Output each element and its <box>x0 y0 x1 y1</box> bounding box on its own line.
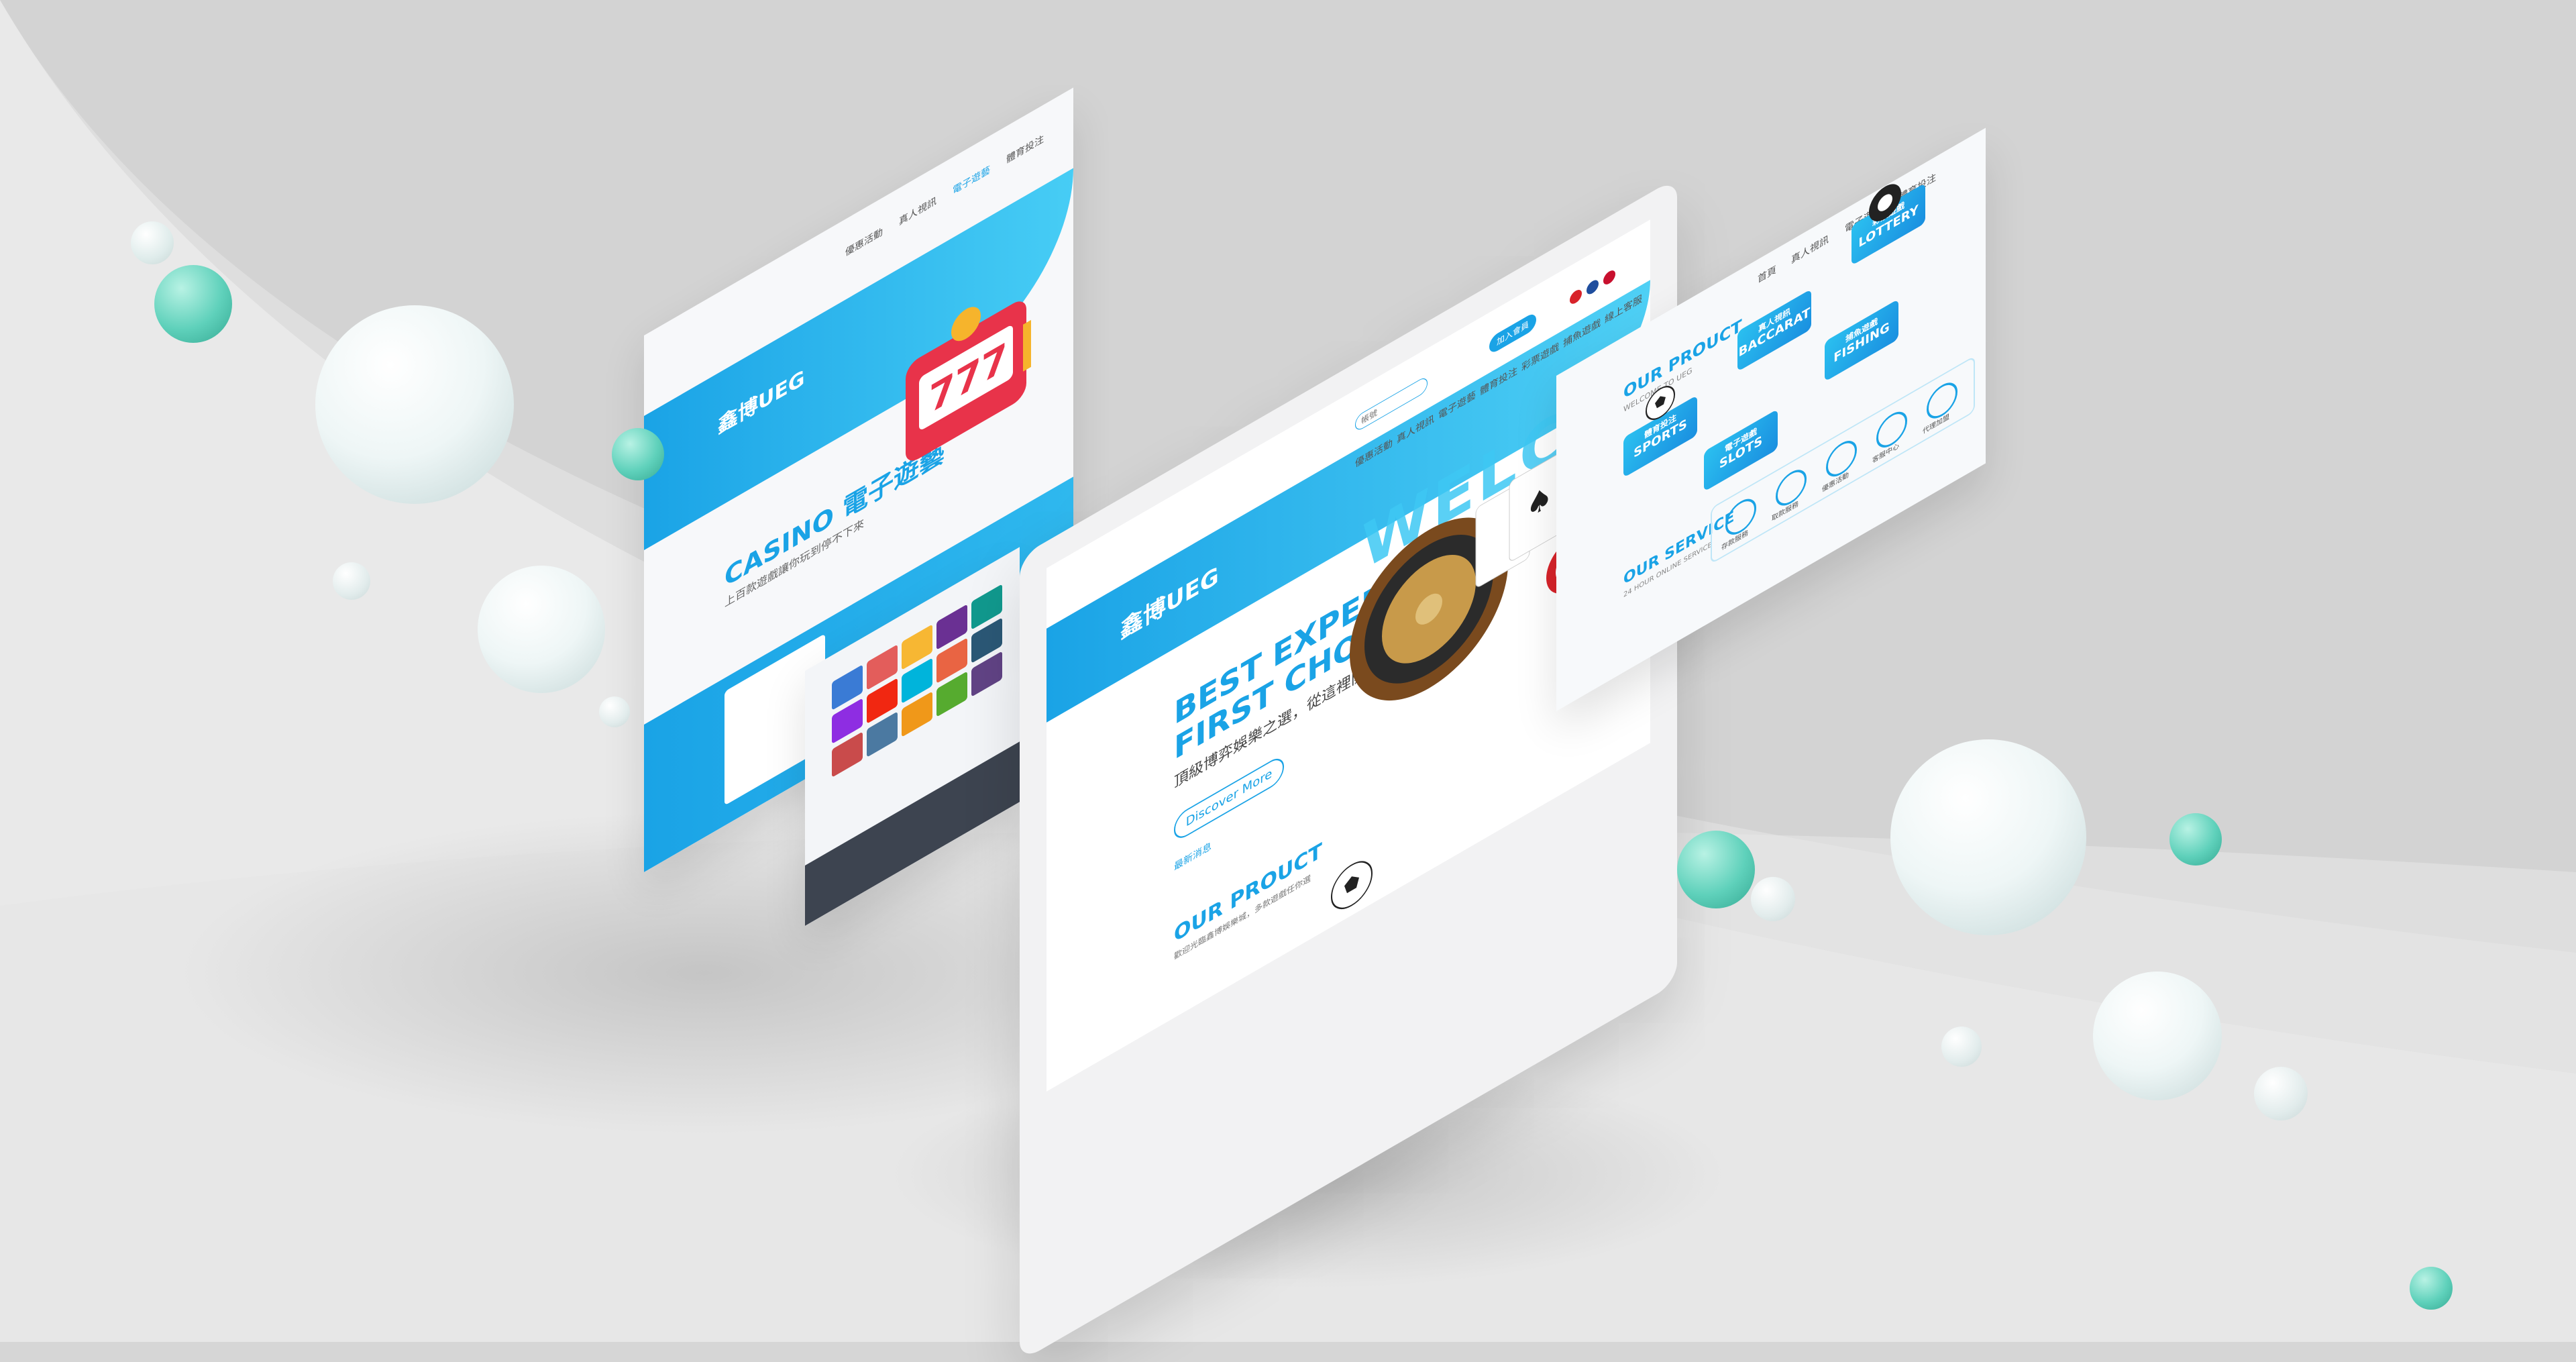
sphere-white <box>478 566 605 693</box>
left-nav-item[interactable]: 真人視訊 <box>899 193 936 228</box>
sphere-green <box>154 265 232 343</box>
sphere-white <box>599 696 630 727</box>
left-nav-item[interactable]: 體育投注 <box>1006 132 1044 166</box>
sphere-white <box>2093 972 2222 1100</box>
left-nav-item[interactable]: 電子遊藝 <box>953 162 990 197</box>
right-nav-item[interactable]: 真人視訊 <box>1791 232 1829 267</box>
right-nav-item[interactable]: 首頁 <box>1758 262 1776 286</box>
flag-icon[interactable] <box>1587 277 1599 297</box>
sphere-white <box>1751 877 1795 921</box>
sphere-green <box>2169 813 2222 866</box>
right-product-title: OUR PROUCT <box>1623 315 1742 403</box>
left-nav-item[interactable]: 優惠活動 <box>845 224 883 259</box>
login-button[interactable]: 加入會員 <box>1489 311 1536 356</box>
sphere-white <box>1890 739 2086 935</box>
flag-icon[interactable] <box>1570 287 1582 307</box>
sphere-white <box>333 562 370 600</box>
sphere-white <box>2254 1067 2308 1120</box>
category-fishing[interactable]: 捕魚遊戲 FISHING <box>1825 299 1898 382</box>
sphere-white <box>315 305 514 504</box>
sphere-green <box>612 428 664 480</box>
flag-icon[interactable] <box>1603 268 1615 287</box>
soccer-ball-icon <box>1331 861 1373 910</box>
sphere-green <box>1677 831 1755 908</box>
sphere-white <box>131 221 174 264</box>
category-baccarat[interactable]: 真人視訊 BACCARAT <box>1737 289 1811 372</box>
sphere-white <box>1941 1027 1982 1067</box>
notice-label: 最新消息 <box>1174 840 1212 874</box>
sphere-green <box>2410 1267 2453 1310</box>
